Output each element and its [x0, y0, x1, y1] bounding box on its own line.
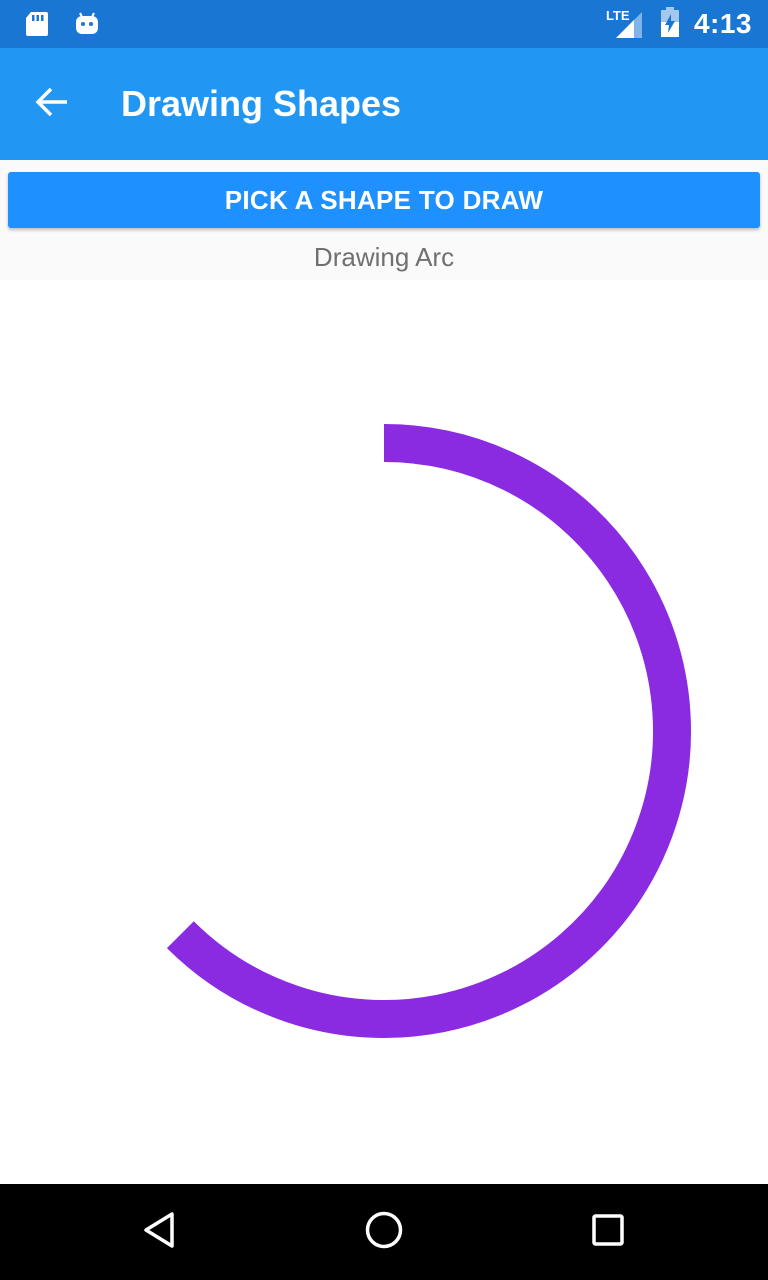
status-right-icons: LTE 4:13: [606, 0, 752, 48]
app-bar: Drawing Shapes: [0, 48, 768, 160]
sd-card-icon: [24, 10, 50, 43]
battery-icon: [660, 6, 680, 43]
system-nav-bar: [0, 1184, 768, 1280]
pick-shape-button[interactable]: PICK A SHAPE TO DRAW: [8, 172, 760, 228]
home-circle-icon: [364, 1210, 404, 1255]
status-left-icons: [24, 10, 100, 43]
status-bar: LTE 4:13: [0, 0, 768, 48]
arc-shape: [166, 424, 691, 1038]
android-icon: [74, 10, 100, 43]
drawing-canvas: [0, 280, 768, 1184]
arrow-back-icon: [34, 84, 70, 125]
status-time: 4:13: [693, 8, 752, 39]
arc-drawing: [166, 424, 691, 1038]
nav-back-button[interactable]: [136, 1208, 184, 1256]
nav-recents-button[interactable]: [584, 1208, 632, 1256]
nav-home-button[interactable]: [360, 1208, 408, 1256]
recents-square-icon: [588, 1210, 628, 1255]
page-title: Drawing Shapes: [121, 83, 402, 124]
signal-icon: LTE: [606, 8, 646, 40]
back-button[interactable]: [24, 76, 80, 132]
back-triangle-icon: [140, 1210, 180, 1255]
shape-caption: Drawing Arc: [313, 242, 455, 272]
